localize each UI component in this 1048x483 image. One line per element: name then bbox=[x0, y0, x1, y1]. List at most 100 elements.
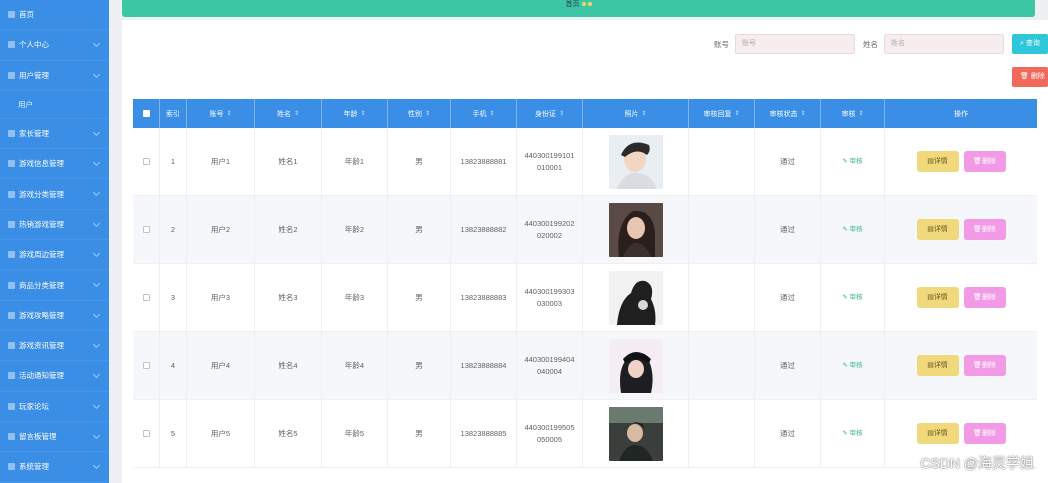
menu-icon bbox=[8, 11, 15, 19]
chevron-down-icon bbox=[92, 159, 101, 167]
sort-icon: ⇕ bbox=[226, 111, 232, 117]
sidebar-item-5[interactable]: 游戏信息管理 bbox=[0, 149, 109, 180]
column-header-7[interactable]: 照片 ⇕ bbox=[583, 99, 689, 128]
column-header-9[interactable]: 审核状态 ⇕ bbox=[755, 99, 821, 128]
cell-age: 年龄4 bbox=[322, 332, 388, 399]
id-card-line: 440300199202 bbox=[524, 218, 575, 228]
detail-button[interactable]: ▤ 详情 bbox=[916, 287, 959, 308]
row-checkbox[interactable] bbox=[142, 158, 150, 165]
sort-icon: ⇕ bbox=[489, 111, 495, 117]
sidebar-item-11[interactable]: 游戏资讯管理 bbox=[0, 331, 109, 362]
cell-actions: ▤ 详情 🗑 删除 bbox=[885, 196, 1037, 263]
sidebar-item-13[interactable]: 玩家论坛 bbox=[0, 392, 109, 422]
column-header-8[interactable]: 审核回复 ⇕ bbox=[689, 99, 755, 128]
detail-button[interactable]: ▤ 详情 bbox=[916, 355, 959, 376]
sidebar-item-0[interactable]: 首页 bbox=[0, 0, 109, 31]
cell-gender: 男 bbox=[388, 400, 451, 467]
sidebar-item-3[interactable]: 用户 bbox=[0, 91, 109, 119]
row-checkbox[interactable] bbox=[142, 226, 150, 233]
cell-name-value: 姓名2 bbox=[278, 224, 298, 234]
detail-icon: ▤ bbox=[927, 293, 934, 301]
sidebar-item-2[interactable]: 用户管理 bbox=[0, 61, 109, 91]
row-select-cell bbox=[133, 128, 160, 195]
column-header-label: 手机 bbox=[472, 110, 487, 118]
cell-age: 年龄2 bbox=[322, 196, 388, 263]
detail-button[interactable]: ▤ 详情 bbox=[916, 151, 959, 172]
cell-photo bbox=[583, 332, 689, 399]
query-button[interactable]: ⌕ 查询 bbox=[1012, 34, 1048, 54]
column-header-0: 索引 bbox=[160, 99, 187, 128]
audit-link-label: 审核 bbox=[849, 293, 863, 301]
sidebar-item-label: 用户 bbox=[18, 99, 33, 109]
detail-button[interactable]: ▤ 详情 bbox=[916, 423, 959, 444]
user-photo[interactable] bbox=[608, 406, 663, 461]
sidebar-item-15[interactable]: 系统管理 bbox=[0, 452, 109, 483]
delete-button[interactable]: 🗑 删除 bbox=[963, 423, 1006, 444]
sidebar-item-10[interactable]: 游戏攻略管理 bbox=[0, 301, 109, 331]
chevron-down-icon bbox=[92, 280, 101, 288]
column-header-2[interactable]: 姓名 ⇕ bbox=[255, 99, 322, 128]
menu-icon bbox=[8, 402, 15, 410]
menu-icon bbox=[8, 281, 15, 289]
edit-icon: ✎ bbox=[842, 157, 850, 165]
user-photo[interactable] bbox=[608, 270, 663, 325]
cell-account-value: 用户4 bbox=[210, 360, 231, 370]
delete-button[interactable]: 🗑 删除 bbox=[963, 287, 1006, 308]
account-search-input[interactable]: 账号 bbox=[735, 34, 855, 54]
trash-icon: 🗑 bbox=[973, 361, 982, 369]
breadcrumb-home[interactable]: 首页 bbox=[566, 1, 580, 8]
audit-link[interactable]: ✎ 审核 bbox=[842, 224, 862, 236]
edit-icon: ✎ bbox=[842, 361, 850, 369]
audit-link[interactable]: ✎ 审核 bbox=[842, 156, 862, 168]
sidebar-item-label: 游戏资讯管理 bbox=[19, 341, 64, 351]
user-photo[interactable] bbox=[608, 134, 663, 189]
column-header-6[interactable]: 身份证 ⇕ bbox=[517, 99, 583, 128]
table-row: 5 用户5 姓名5 年龄5 男 13823888885 440300199505 050005… bbox=[133, 400, 1037, 468]
menu-icon bbox=[8, 41, 15, 49]
breadcrumb-bar: 首页 bbox=[122, 0, 1035, 17]
sidebar-item-14[interactable]: 留言板管理 bbox=[0, 422, 109, 453]
sidebar-item-12[interactable]: 活动通知管理 bbox=[0, 361, 109, 392]
cell-actions: ▤ 详情 🗑 删除 bbox=[885, 332, 1037, 399]
cell-index: 3 bbox=[160, 264, 187, 331]
sidebar-item-4[interactable]: 家长管理 bbox=[0, 119, 109, 150]
cell-status: 通过 bbox=[755, 128, 821, 195]
sidebar-item-7[interactable]: 热销游戏管理 bbox=[0, 210, 109, 241]
user-photo[interactable] bbox=[608, 202, 663, 257]
menu-icon bbox=[8, 372, 15, 380]
sort-icon: ⇕ bbox=[800, 111, 806, 117]
column-header-label: 照片 bbox=[624, 110, 639, 118]
row-checkbox[interactable] bbox=[142, 362, 150, 369]
audit-link[interactable]: ✎ 审核 bbox=[842, 428, 862, 440]
cell-phone: 13823888885 bbox=[451, 400, 517, 467]
column-header-5[interactable]: 手机 ⇕ bbox=[451, 99, 517, 128]
sidebar-item-1[interactable]: 个人中心 bbox=[0, 30, 109, 61]
column-header-4[interactable]: 性别 ⇕ bbox=[388, 99, 451, 128]
audit-link[interactable]: ✎ 审核 bbox=[842, 292, 862, 304]
column-header-3[interactable]: 年龄 ⇕ bbox=[322, 99, 388, 128]
cell-age-value: 年龄4 bbox=[344, 360, 365, 370]
select-all-checkbox[interactable] bbox=[142, 110, 150, 117]
cell-photo bbox=[583, 400, 689, 467]
delete-button[interactable]: 🗑 删除 bbox=[963, 151, 1006, 172]
sidebar-item-9[interactable]: 商品分类管理 bbox=[0, 270, 109, 301]
row-checkbox[interactable] bbox=[142, 294, 150, 301]
detail-button[interactable]: ▤ 详情 bbox=[916, 219, 959, 240]
cell-id-card: 440300199202 020002 bbox=[517, 196, 583, 263]
column-header-10[interactable]: 审核 ⇕ bbox=[821, 99, 885, 128]
delete-button[interactable]: 🗑 删除 bbox=[963, 355, 1006, 376]
user-photo[interactable] bbox=[608, 338, 663, 393]
delete-button[interactable]: 🗑 删除 bbox=[963, 219, 1006, 240]
row-checkbox[interactable] bbox=[142, 430, 150, 437]
column-header-1[interactable]: 账号 ⇕ bbox=[187, 99, 255, 128]
cell-name-value: 姓名5 bbox=[278, 428, 298, 438]
menu-icon bbox=[8, 130, 15, 138]
batch-delete-button[interactable]: 🗑 删除 bbox=[1012, 67, 1048, 87]
name-search-input[interactable]: 姓名 bbox=[884, 34, 1004, 54]
cell-actions: ▤ 详情 🗑 删除 bbox=[885, 264, 1037, 331]
sidebar-item-8[interactable]: 游戏周边管理 bbox=[0, 240, 109, 271]
sidebar-item-6[interactable]: 游戏分类管理 bbox=[0, 179, 109, 210]
audit-link[interactable]: ✎ 审核 bbox=[842, 360, 862, 372]
chevron-down-icon bbox=[92, 40, 101, 48]
id-card-line: 440300199101 bbox=[524, 150, 575, 160]
